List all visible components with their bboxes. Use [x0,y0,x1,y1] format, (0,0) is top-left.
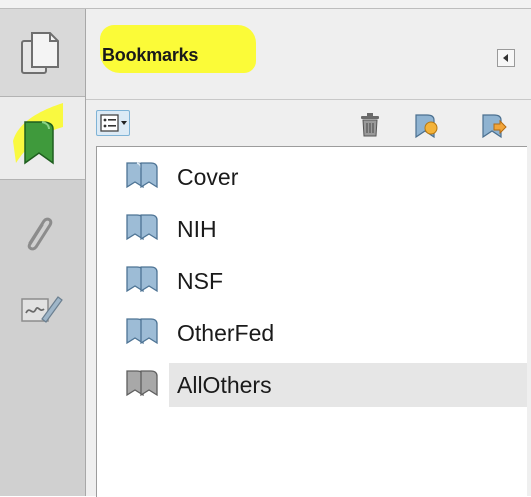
bookmarks-button[interactable] [0,97,85,180]
panel-header: Bookmarks [86,9,531,100]
bookmark-label: NIH [177,216,217,242]
bookmark-icon [24,121,54,165]
bookmark-icon [126,214,158,241]
bookmark-icon [126,318,158,345]
bookmark-icon [126,266,158,293]
bookmark-item[interactable]: NSF [97,257,527,305]
pages-button[interactable] [0,9,85,97]
bookmark-tree: Cover NIH NSF OtherFed AllOthers [96,146,527,497]
bookmark-item[interactable]: NIH [97,205,527,253]
bookmark-item[interactable]: OtherFed [97,309,527,357]
paperclip-icon [27,217,53,251]
attachments-button[interactable] [0,203,85,263]
signature-icon [21,296,63,323]
bookmark-label: NSF [177,268,223,294]
bookmark-icon [126,370,158,397]
bookmark-item[interactable]: Cover [97,153,527,201]
bookmark-icon [126,162,158,189]
signatures-button[interactable] [0,279,85,339]
bookmark-label: Cover [177,164,239,190]
pages-icon [21,32,59,74]
expand-bookmark-icon[interactable] [480,112,508,140]
bookmarks-toolbar [86,100,531,146]
bookmarks-panel: Bookmarks Cover NIH NSF OtherFed AllOthe… [86,9,531,497]
panel-title: Bookmarks [102,45,199,65]
triangle-left-icon [503,54,508,62]
bookmark-label: AllOthers [177,372,272,398]
trash-icon[interactable] [358,112,382,138]
bookmark-label: OtherFed [177,320,275,346]
options-menu-icon [100,114,127,132]
top-strip [0,0,531,8]
new-bookmark-icon[interactable] [413,112,441,140]
options-menu-button[interactable] [96,110,130,136]
bookmark-item-selected[interactable]: AllOthers [97,361,527,409]
collapse-panel-button[interactable] [497,49,515,67]
navigation-rail [0,9,85,496]
